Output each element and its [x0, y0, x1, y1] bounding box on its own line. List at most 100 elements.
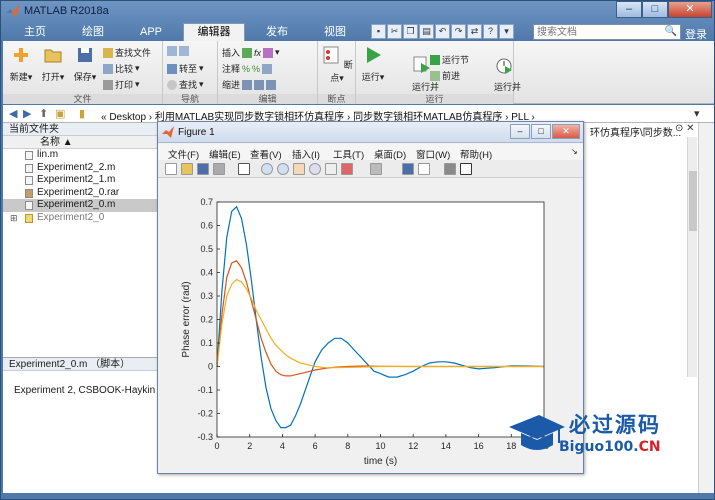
print-figure-icon[interactable]: [213, 163, 225, 175]
browse-folder-icon[interactable]: ▣: [55, 107, 65, 120]
watermark: 必过源码 Biguo100.CN: [507, 407, 687, 471]
file-row[interactable]: Experiment2_0.rar: [3, 187, 157, 200]
file-row[interactable]: lin.m: [3, 149, 157, 162]
advance-button[interactable]: 前进: [430, 69, 460, 82]
qat-redo-icon[interactable]: ↷: [451, 24, 466, 39]
search-box[interactable]: 🔍: [533, 24, 681, 40]
qat-copy-icon[interactable]: ❐: [403, 24, 418, 39]
login-link[interactable]: 登录: [685, 26, 707, 42]
run-section-button[interactable]: 运行节: [430, 53, 469, 66]
indent-button[interactable]: 缩进: [222, 78, 277, 91]
menu-view[interactable]: 查看(V): [250, 147, 282, 161]
figure-toolbar: [158, 160, 583, 178]
tab-home[interactable]: 主页: [9, 24, 61, 41]
back-arrow-icon[interactable]: ◀: [9, 107, 17, 120]
forward-arrow-icon[interactable]: ▶: [23, 107, 31, 120]
qat-switch-icon[interactable]: ⇄: [467, 24, 482, 39]
qat-cut-icon[interactable]: ✂: [387, 24, 402, 39]
run-button[interactable]: 运行▾: [358, 45, 388, 83]
tab-editor[interactable]: 编辑器: [183, 23, 245, 41]
file-row[interactable]: Experiment2_1.m: [3, 174, 157, 187]
hide-plot-tools-icon[interactable]: [444, 163, 456, 175]
open-figure-icon[interactable]: [181, 163, 193, 175]
tab-apps[interactable]: APP: [125, 24, 177, 41]
menu-desktop[interactable]: 桌面(D): [374, 147, 406, 161]
find-files-button[interactable]: 查找文件: [103, 46, 151, 59]
menu-file[interactable]: 文件(F): [168, 147, 199, 161]
goto-button[interactable]: 转至 ▾: [167, 62, 204, 75]
name-column-header[interactable]: 名称 ▲: [3, 136, 157, 149]
data-cursor-icon[interactable]: [325, 163, 337, 175]
qat-paste-icon[interactable]: ▤: [419, 24, 434, 39]
edit-plot-icon[interactable]: [238, 163, 250, 175]
zoom-out-icon[interactable]: [277, 163, 289, 175]
qat-help-icon[interactable]: ?: [483, 24, 498, 39]
scrollbar-thumb[interactable]: [689, 171, 697, 231]
expand-icon[interactable]: ⊞: [10, 212, 18, 225]
open-button[interactable]: 打开▾: [39, 45, 67, 83]
figure-close-button[interactable]: ✕: [552, 124, 580, 139]
qat-more-icon[interactable]: ▾: [499, 24, 514, 39]
editor-scrollbar[interactable]: [687, 137, 697, 377]
nav-arrows[interactable]: [167, 46, 189, 56]
address-dropdown-icon[interactable]: ▾: [694, 107, 700, 120]
colorbar-icon[interactable]: [402, 163, 414, 175]
breakpoints-button[interactable]: 断点▾: [321, 45, 353, 84]
pan-icon[interactable]: [293, 163, 305, 175]
smart-indent-icon[interactable]: [242, 79, 253, 90]
menu-insert[interactable]: 插入(I): [292, 147, 320, 161]
show-plot-tools-icon[interactable]: [460, 163, 472, 175]
legend-icon[interactable]: [418, 163, 430, 175]
minimize-button[interactable]: –: [616, 1, 642, 18]
compare-button[interactable]: 比较 ▾: [103, 62, 140, 75]
run-section-icon: [430, 54, 440, 65]
search-input[interactable]: [534, 25, 659, 39]
menu-help[interactable]: 帮助(H): [460, 147, 492, 161]
tab-publish[interactable]: 发布: [251, 24, 303, 41]
insert-button[interactable]: 插入 fx ▾: [222, 46, 280, 59]
edit-group-label: 编辑: [218, 94, 317, 104]
find-files-icon: [103, 47, 113, 58]
file-row[interactable]: Experiment2_2.m: [3, 162, 157, 175]
brush-icon[interactable]: [341, 163, 353, 175]
print-button[interactable]: 打印 ▾: [103, 78, 140, 91]
save-button[interactable]: 保存▾: [71, 45, 99, 83]
new-figure-icon[interactable]: [165, 163, 177, 175]
qat-undo-icon[interactable]: ↶: [435, 24, 450, 39]
menu-window[interactable]: 窗口(W): [416, 147, 450, 161]
rotate-3d-icon[interactable]: [309, 163, 321, 175]
menu-tools[interactable]: 工具(T): [333, 147, 364, 161]
wrap-comment-icon[interactable]: [262, 63, 273, 74]
file-row-selected[interactable]: Experiment2_0.m: [3, 199, 157, 212]
link-plot-icon[interactable]: [370, 163, 382, 175]
up-folder-icon[interactable]: ⬆: [39, 107, 48, 120]
new-button[interactable]: 新建▾: [7, 45, 35, 83]
comment-button[interactable]: 注释 % %: [222, 62, 273, 75]
zoom-in-icon[interactable]: [261, 163, 273, 175]
folder-row[interactable]: ⊞ Experiment2_0: [3, 212, 157, 225]
tab-plots[interactable]: 绘图: [67, 24, 119, 41]
y-tick-label: -0.2: [197, 409, 213, 419]
editor-window-buttons[interactable]: ⊙ ✕: [675, 123, 695, 134]
tab-view[interactable]: 视图: [309, 24, 361, 41]
search-icon[interactable]: 🔍: [665, 26, 677, 37]
decrease-indent-icon[interactable]: [266, 79, 277, 90]
insert-section-icon[interactable]: [263, 47, 274, 58]
find-button[interactable]: 查找 ▾: [167, 78, 204, 91]
menu-dock-icon[interactable]: ↘: [571, 147, 578, 156]
x-tick-label: 6: [313, 441, 318, 451]
close-button[interactable]: ✕: [668, 1, 712, 18]
save-figure-icon[interactable]: [197, 163, 209, 175]
x-tick-label: 12: [408, 441, 418, 451]
fx-icon[interactable]: fx: [254, 48, 261, 58]
maximize-button[interactable]: □: [642, 1, 668, 18]
uncomment-icon[interactable]: %: [252, 64, 260, 74]
comment-percent-icon[interactable]: %: [242, 64, 250, 74]
menu-edit[interactable]: 编辑(E): [209, 147, 241, 161]
increase-indent-icon[interactable]: [254, 79, 265, 90]
figure-minimize-button[interactable]: –: [510, 124, 530, 139]
x-tick-label: 10: [375, 441, 385, 451]
qat-save-icon[interactable]: ▪: [371, 24, 386, 39]
figure-maximize-button[interactable]: □: [531, 124, 551, 139]
file-group: 新建▾ 打开▾ 保存▾ 查找文件 比较 ▾ 打印 ▾ 文件: [3, 41, 163, 104]
